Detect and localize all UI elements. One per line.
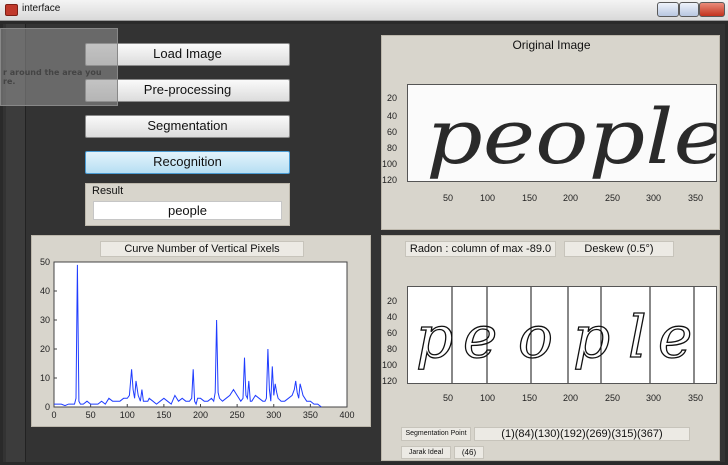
segmentation-point-value: (1)(84)(130)(192)(269)(315)(367) bbox=[474, 427, 690, 441]
segmented-letter: o bbox=[518, 303, 553, 371]
seg-xtick: 200 bbox=[563, 393, 579, 403]
original-image-axes: people bbox=[407, 84, 717, 182]
seg-xtick: 300 bbox=[646, 393, 662, 403]
seg-xtick: 100 bbox=[480, 393, 496, 403]
radon-label: Radon : column of max -89.0 bbox=[405, 241, 556, 257]
y-tick-label: 0 bbox=[45, 402, 50, 412]
x-tick-label: 0 bbox=[51, 410, 56, 420]
x-tick-label: 50 bbox=[86, 410, 96, 420]
y-tick-label: 20 bbox=[40, 344, 50, 354]
segmented-letter: e bbox=[658, 303, 692, 371]
result-panel: Result people bbox=[85, 183, 290, 226]
x-tick-label: 300 bbox=[266, 410, 281, 420]
x-tick-label: 250 bbox=[230, 410, 245, 420]
orig-xtick: 200 bbox=[563, 193, 579, 203]
seg-xtick: 150 bbox=[522, 393, 538, 403]
seg-ytick: 120 bbox=[382, 376, 398, 386]
segmented-letter: p bbox=[416, 303, 453, 371]
result-value: people bbox=[93, 201, 282, 220]
jarak-ideal-value: (46) bbox=[454, 446, 484, 459]
segmentation-point-label: Segmentation Point bbox=[401, 427, 471, 441]
maximize-button[interactable] bbox=[679, 2, 699, 17]
segmented-panel: Radon : column of max -89.0 Deskew (0.5°… bbox=[381, 235, 720, 461]
orig-xtick: 100 bbox=[480, 193, 496, 203]
orig-ytick: 120 bbox=[382, 175, 398, 185]
orig-ytick: 40 bbox=[387, 111, 398, 121]
x-tick-label: 100 bbox=[120, 410, 135, 420]
x-tick-label: 350 bbox=[303, 410, 318, 420]
recognition-button[interactable]: Recognition bbox=[85, 151, 290, 174]
y-tick-label: 30 bbox=[40, 315, 50, 325]
orig-ytick: 20 bbox=[387, 93, 398, 103]
x-tick-label: 150 bbox=[156, 410, 171, 420]
tooltip-line-2: re. bbox=[3, 77, 16, 86]
orig-xtick: 350 bbox=[688, 193, 704, 203]
orig-xtick: 150 bbox=[522, 193, 538, 203]
close-window-button[interactable] bbox=[699, 2, 725, 17]
tooltip-line-1: r around the area you bbox=[3, 68, 102, 77]
curve-panel: Curve Number of Vertical Pixels 0 50 100 15… bbox=[31, 235, 371, 427]
seg-xtick: 250 bbox=[605, 393, 621, 403]
window-title: interface bbox=[22, 3, 61, 14]
segmented-letter: l bbox=[628, 303, 647, 371]
segmented-letter: e bbox=[463, 303, 497, 371]
orig-ytick: 60 bbox=[387, 127, 398, 137]
tooltip: r around the area you re. bbox=[0, 28, 118, 106]
seg-ytick: 100 bbox=[382, 360, 398, 370]
seg-ytick: 60 bbox=[387, 328, 398, 338]
orig-xtick: 50 bbox=[443, 193, 454, 203]
seg-ytick: 40 bbox=[387, 312, 398, 322]
curve-chart: 0 50 100 150 200 250 300 350 400 0 10 20 30 40 50 bbox=[40, 257, 355, 420]
title-bar bbox=[0, 0, 728, 21]
y-tick-label: 40 bbox=[40, 286, 50, 296]
seg-xtick: 350 bbox=[688, 393, 704, 403]
orig-ytick: 100 bbox=[382, 159, 398, 169]
seg-ytick: 80 bbox=[387, 344, 398, 354]
orig-xtick: 300 bbox=[646, 193, 662, 203]
segmented-word-image: people bbox=[408, 287, 716, 383]
seg-ytick: 20 bbox=[387, 296, 398, 306]
segmentation-button[interactable]: Segmentation bbox=[85, 115, 290, 138]
segmented-axes: people bbox=[407, 286, 717, 384]
minimize-button[interactable] bbox=[657, 2, 679, 17]
orig-ytick: 80 bbox=[387, 143, 398, 153]
original-image-panel: Original Image people 20 40 60 80 100 12… bbox=[381, 35, 720, 230]
seg-xtick: 50 bbox=[443, 393, 454, 403]
result-label: Result bbox=[92, 185, 124, 197]
plot-area bbox=[53, 261, 348, 408]
segmented-letter: p bbox=[573, 303, 610, 371]
y-tick-label: 10 bbox=[40, 373, 50, 383]
original-image-title: Original Image bbox=[512, 38, 591, 52]
orig-xtick: 250 bbox=[605, 193, 621, 203]
y-tick-label: 50 bbox=[40, 257, 50, 267]
x-tick-label: 400 bbox=[339, 410, 354, 420]
original-word-text: people bbox=[426, 92, 716, 181]
x-tick-label: 200 bbox=[193, 410, 208, 420]
app-icon bbox=[5, 4, 18, 16]
jarak-ideal-label: Jarak Ideal bbox=[401, 446, 451, 459]
original-word-image: people bbox=[408, 85, 716, 181]
deskew-label: Deskew (0.5°) bbox=[564, 241, 674, 257]
